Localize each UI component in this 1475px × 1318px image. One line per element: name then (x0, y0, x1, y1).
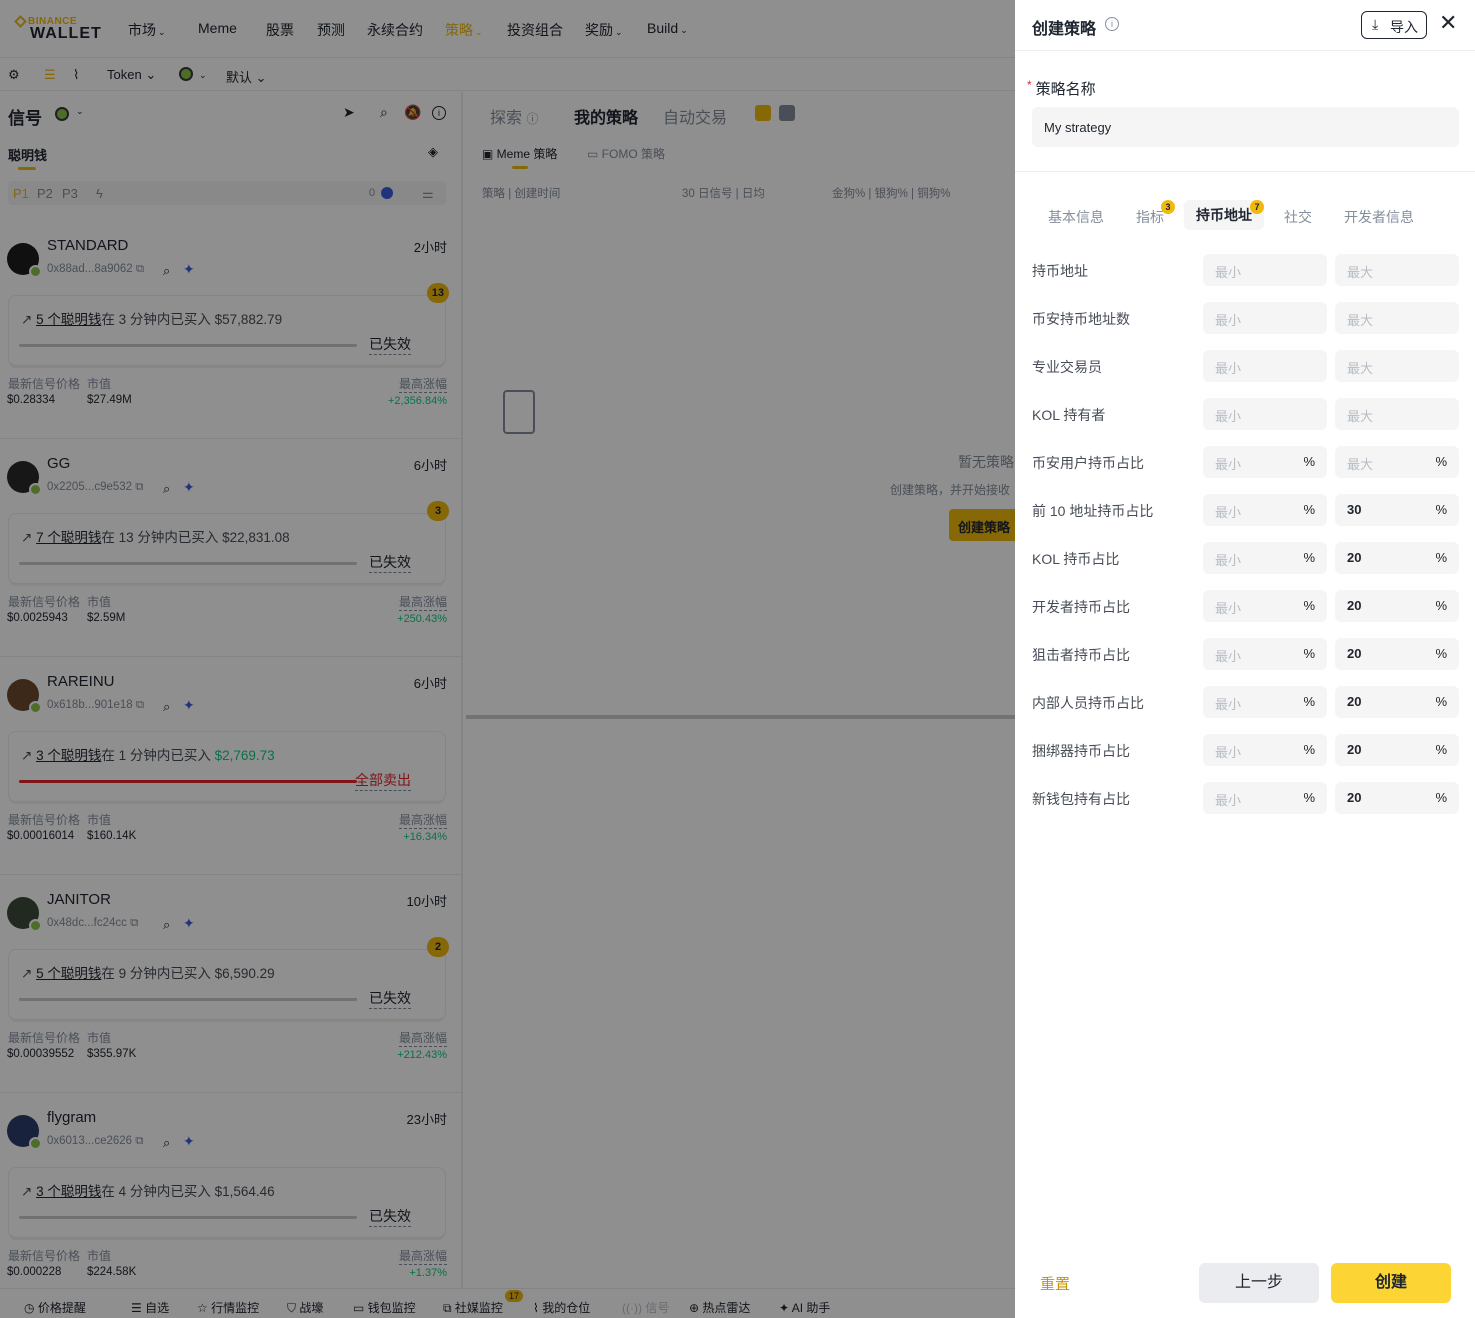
max-input[interactable]: 20% (1335, 734, 1459, 766)
divider (1015, 50, 1475, 51)
percent-unit: % (1435, 742, 1447, 757)
tab-social[interactable]: 社交 (1284, 207, 1312, 227)
reset-button[interactable]: 重置 (1040, 1273, 1070, 1294)
max-input[interactable]: 最大% (1335, 446, 1459, 478)
max-input[interactable]: 最大 (1335, 398, 1459, 430)
min-input[interactable]: 最小% (1203, 686, 1327, 718)
download-icon: ⤓ (1372, 16, 1379, 32)
strategy-name-input[interactable]: My strategy (1032, 107, 1459, 147)
percent-unit: % (1303, 694, 1315, 709)
percent-unit: % (1303, 646, 1315, 661)
percent-unit: % (1303, 454, 1315, 469)
max-input[interactable]: 20% (1335, 542, 1459, 574)
max-input[interactable]: 最大 (1335, 302, 1459, 334)
filter-label: 捆绑器持币占比 (1032, 743, 1130, 759)
filter-label: 币安持币地址数 (1032, 311, 1130, 327)
min-input[interactable]: 最小 (1203, 254, 1327, 286)
filter-label: 币安用户持币占比 (1032, 455, 1144, 471)
min-input[interactable]: 最小% (1203, 782, 1327, 814)
percent-unit: % (1435, 550, 1447, 565)
min-input[interactable]: 最小% (1203, 542, 1327, 574)
percent-unit: % (1303, 598, 1315, 613)
min-input[interactable]: 最小 (1203, 302, 1327, 334)
tab-basic-info[interactable]: 基本信息 (1048, 207, 1104, 227)
percent-unit: % (1435, 646, 1447, 661)
filter-label: 持币地址 (1032, 263, 1088, 279)
max-input[interactable]: 20% (1335, 590, 1459, 622)
tab-developer-info[interactable]: 开发者信息 (1344, 207, 1414, 227)
percent-unit: % (1435, 454, 1447, 469)
filter-label: 前 10 地址持币占比 (1032, 503, 1154, 519)
filter-label: 专业交易员 (1032, 359, 1102, 375)
max-input[interactable]: 20% (1335, 686, 1459, 718)
strategy-name-label: * 策略名称 (1027, 78, 1096, 98)
filter-label: 狙击者持币占比 (1032, 647, 1130, 663)
min-input[interactable]: 最小% (1203, 590, 1327, 622)
filter-label: 内部人员持币占比 (1032, 695, 1144, 711)
min-input[interactable]: 最小 (1203, 350, 1327, 382)
previous-step-button[interactable]: 上一步 (1199, 1263, 1319, 1303)
create-button[interactable]: 创建 (1331, 1263, 1451, 1303)
filter-label: KOL 持币占比 (1032, 551, 1120, 567)
filter-label: KOL 持有者 (1032, 407, 1106, 423)
close-icon[interactable]: ✕ (1439, 12, 1457, 34)
min-input[interactable]: 最小% (1203, 446, 1327, 478)
percent-unit: % (1303, 742, 1315, 757)
min-input[interactable]: 最小% (1203, 494, 1327, 526)
max-input[interactable]: 最大 (1335, 254, 1459, 286)
min-input[interactable]: 最小% (1203, 734, 1327, 766)
max-input[interactable]: 30% (1335, 494, 1459, 526)
percent-unit: % (1435, 694, 1447, 709)
percent-unit: % (1303, 502, 1315, 517)
divider (1015, 171, 1475, 172)
tab-indicators-badge: 3 (1161, 200, 1175, 214)
create-strategy-drawer: 创建策略 i ⤓ 导入 ✕ * 策略名称 My strategy 基本信息 指标 3… (1015, 0, 1475, 1318)
percent-unit: % (1303, 790, 1315, 805)
info-icon[interactable]: i (1105, 17, 1119, 31)
min-input[interactable]: 最小% (1203, 638, 1327, 670)
tab-holders-badge: 7 (1250, 200, 1264, 214)
import-button[interactable]: ⤓ 导入 (1361, 11, 1427, 39)
min-input[interactable]: 最小 (1203, 398, 1327, 430)
filter-label: 新钱包持有占比 (1032, 791, 1130, 807)
percent-unit: % (1303, 550, 1315, 565)
modal-overlay[interactable] (0, 0, 1015, 1318)
max-input[interactable]: 20% (1335, 782, 1459, 814)
filter-label: 开发者持币占比 (1032, 599, 1130, 615)
max-input[interactable]: 最大 (1335, 350, 1459, 382)
percent-unit: % (1435, 598, 1447, 613)
percent-unit: % (1435, 790, 1447, 805)
drawer-title: 创建策略 (1032, 21, 1097, 38)
tab-indicators[interactable]: 指标 (1136, 207, 1164, 227)
max-input[interactable]: 20% (1335, 638, 1459, 670)
percent-unit: % (1435, 502, 1447, 517)
